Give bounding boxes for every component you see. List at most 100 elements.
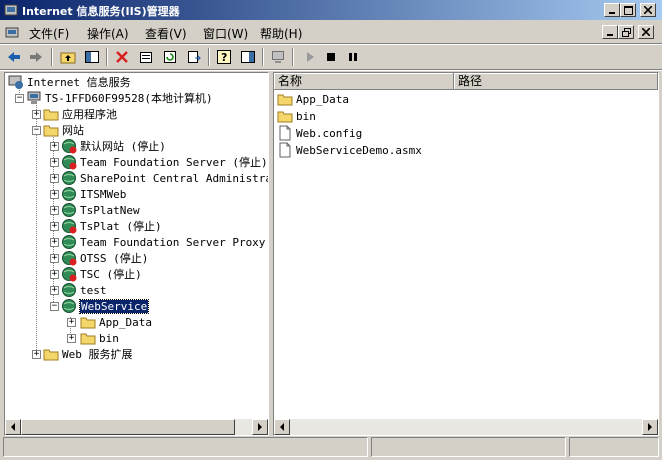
menu-help[interactable]: 帮助(H) — [260, 25, 302, 42]
collapse-toggle[interactable]: − — [15, 94, 24, 103]
tree-item-site-selected[interactable]: WebService — [61, 298, 150, 314]
scroll-right-button[interactable] — [252, 419, 268, 435]
list-item[interactable]: App_Data — [277, 91, 349, 107]
scroll-left-button[interactable] — [5, 419, 21, 435]
collapse-toggle[interactable]: − — [32, 126, 41, 135]
tree-item-label: TSC (停止) — [80, 268, 142, 281]
collapse-toggle[interactable]: − — [50, 302, 59, 311]
expand-toggle[interactable]: + — [32, 110, 41, 119]
export-list-button[interactable] — [184, 47, 204, 67]
stop-button[interactable] — [321, 47, 341, 67]
expand-toggle[interactable]: + — [50, 286, 59, 295]
minimize-button[interactable] — [604, 3, 620, 17]
tree-item-site[interactable]: 默认网站 (停止) — [61, 138, 166, 154]
menu-view[interactable]: 查看(V) — [145, 25, 187, 42]
minimize-icon — [607, 34, 613, 36]
minimize-icon — [609, 12, 615, 14]
mmc-system-icon[interactable] — [5, 25, 19, 39]
expand-toggle[interactable]: + — [50, 270, 59, 279]
tree-item-label: 网站 — [62, 124, 84, 137]
tree-item-site[interactable]: TSC (停止) — [61, 266, 142, 282]
tree-item-site[interactable]: test — [61, 282, 107, 298]
column-header-path[interactable]: 路径 — [454, 73, 658, 90]
tree-item-site[interactable]: SharePoint Central Administrat — [61, 170, 268, 186]
tree-item-site[interactable]: TsPlatNew — [61, 202, 140, 218]
status-bar-panel — [371, 437, 566, 457]
expand-toggle[interactable]: + — [67, 318, 76, 327]
tree-item-label: OTSS (停止) — [80, 252, 149, 265]
expand-toggle[interactable]: + — [50, 206, 59, 215]
menu-action[interactable]: 操作(A) — [87, 25, 129, 42]
tree-item-app-pools[interactable]: 应用程序池 — [43, 106, 117, 122]
tree-item-computer[interactable]: TS-1FFD60F99528(本地计算机) — [26, 90, 213, 106]
list-item[interactable]: bin — [277, 108, 316, 124]
tree-item-site[interactable]: Team Foundation Server (停止) — [61, 154, 268, 170]
tree-item-label: Team Foundation Server Proxy — [80, 235, 266, 249]
restore-icon — [621, 27, 631, 37]
expand-toggle[interactable]: + — [50, 254, 59, 263]
status-bar-panel — [569, 437, 659, 457]
computer-icon — [272, 51, 284, 63]
tree-item-site[interactable]: ITSMWeb — [61, 186, 126, 202]
tree-item-websites[interactable]: 网站 — [43, 122, 84, 138]
tree-item-site[interactable]: Team Foundation Server Proxy — [61, 234, 265, 250]
delete-button[interactable] — [112, 47, 132, 67]
pause-button[interactable] — [343, 47, 363, 67]
menu-window[interactable]: 窗口(W) — [203, 25, 248, 42]
maximize-button[interactable] — [620, 3, 636, 17]
result-list-pane[interactable]: 名称 路径 App_Data bin Web.config WebService… — [273, 72, 659, 436]
horizontal-scrollbar[interactable] — [274, 419, 658, 435]
menu-bar: 文件(F) 操作(A) 查看(V) 窗口(W) 帮助(H) — [0, 21, 662, 43]
list-item[interactable]: Web.config — [277, 125, 362, 141]
menu-file[interactable]: 文件(F) — [29, 25, 69, 42]
tree-item-site[interactable]: OTSS (停止) — [61, 250, 148, 266]
back-button[interactable] — [4, 47, 24, 67]
forward-button[interactable] — [26, 47, 46, 67]
back-arrow-icon — [8, 52, 20, 62]
document-icon — [279, 125, 291, 141]
column-header-name[interactable]: 名称 — [274, 73, 454, 90]
tree-item-root[interactable]: Internet 信息服务 — [8, 74, 131, 90]
list-item[interactable]: WebServiceDemo.asmx — [277, 142, 422, 158]
help-button[interactable]: ? — [214, 47, 234, 67]
child-restore-button[interactable] — [618, 25, 634, 39]
tree-item-web-extensions[interactable]: Web 服务扩展 — [43, 346, 133, 362]
expand-toggle[interactable]: + — [50, 142, 59, 151]
scroll-right-button[interactable] — [642, 419, 658, 435]
scroll-left-button[interactable] — [274, 419, 290, 435]
folder-icon — [80, 333, 96, 345]
child-minimize-button[interactable] — [602, 25, 618, 39]
horizontal-scrollbar[interactable] — [5, 419, 268, 435]
expand-toggle[interactable]: + — [67, 334, 76, 343]
arrow-right-icon — [648, 423, 652, 431]
start-button[interactable] — [300, 47, 320, 67]
refresh-icon — [164, 51, 176, 63]
expand-toggle[interactable]: + — [50, 190, 59, 199]
properties-button[interactable] — [136, 47, 156, 67]
console-tree-pane[interactable]: Internet 信息服务 − TS-1FFD60F99528(本地计算机) +… — [4, 72, 269, 436]
refresh-button[interactable] — [160, 47, 180, 67]
tree-item-folder[interactable]: bin — [80, 330, 119, 346]
expand-toggle[interactable]: + — [32, 350, 41, 359]
up-level-button[interactable] — [58, 47, 78, 67]
expand-toggle[interactable]: + — [50, 158, 59, 167]
show-action-pane-button[interactable] — [238, 47, 258, 67]
expand-toggle[interactable]: + — [50, 222, 59, 231]
expand-toggle[interactable]: + — [50, 174, 59, 183]
expand-toggle[interactable]: + — [50, 238, 59, 247]
child-close-button[interactable] — [638, 25, 654, 39]
stop-icon — [327, 53, 335, 61]
iis-manager-window: Internet 信息服务(IIS)管理器 文件(F) 操作(A) 查看(V) … — [0, 0, 662, 460]
tree-item-label: Internet 信息服务 — [27, 76, 131, 89]
tree-item-folder[interactable]: App_Data — [80, 314, 152, 330]
close-button[interactable] — [640, 3, 656, 17]
show-hide-tree-button[interactable] — [82, 47, 102, 67]
website-icon — [62, 187, 76, 201]
website-stopped-icon — [62, 219, 77, 234]
scroll-thumb[interactable] — [21, 419, 235, 435]
tree-item-site[interactable]: TsPlat (停止) — [61, 218, 162, 234]
tree-item-label: TS-1FFD60F99528(本地计算机) — [45, 92, 213, 105]
title-bar[interactable]: Internet 信息服务(IIS)管理器 — [0, 0, 662, 20]
connect-computer-button[interactable] — [268, 47, 288, 67]
maximize-icon — [623, 5, 633, 15]
